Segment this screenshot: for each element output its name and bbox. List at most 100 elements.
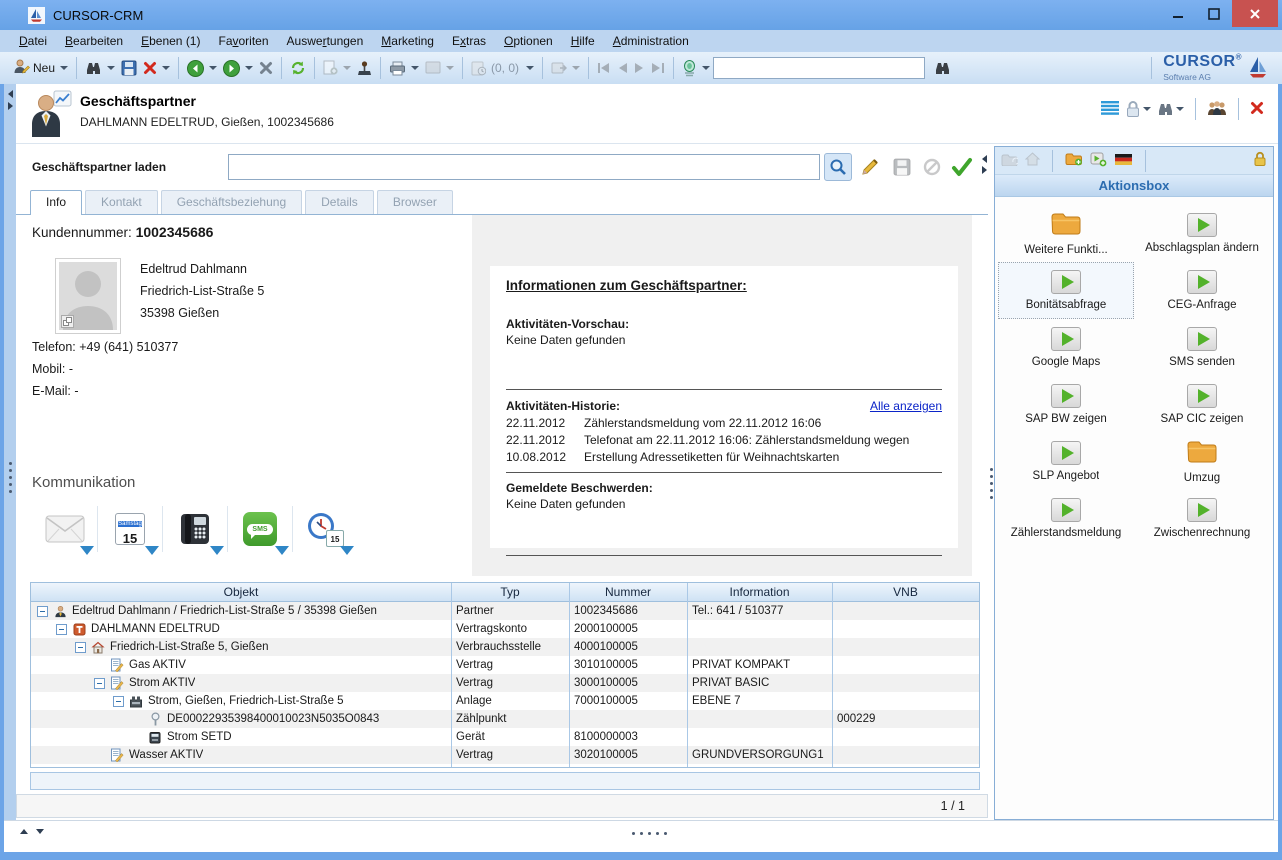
left-splitter-handle[interactable] (9, 462, 12, 493)
action-slp-angebot[interactable]: SLP Angebot (998, 433, 1134, 490)
new-action-button[interactable] (1090, 152, 1107, 170)
contact-photo[interactable] (55, 258, 121, 334)
action-umzug[interactable]: Umzug (1134, 433, 1270, 490)
task-dropdown-icon[interactable] (340, 546, 354, 555)
bottom-collapse-arrows[interactable] (20, 829, 44, 834)
action-z-hlerstandsmeldung[interactable]: Zählerstandsmeldung (998, 490, 1134, 547)
column-typ[interactable]: Typ (451, 583, 569, 601)
expander-icon[interactable] (56, 624, 67, 635)
menu-item-favoriten[interactable]: Favoriten (209, 32, 277, 50)
menu-item-datei[interactable]: Datei (10, 32, 56, 50)
counter-button[interactable]: (0, 0) (468, 55, 537, 81)
table-row[interactable]: Gas AKTIVVertrag3010100005PRIVAT KOMPAKT (31, 656, 979, 674)
loader-edit-button[interactable] (856, 153, 884, 181)
email-dropdown-icon[interactable] (80, 546, 94, 555)
action-bonit-tsabfrage[interactable]: Bonitätsabfrage (998, 262, 1134, 319)
menu-item-ebenen-[interactable]: Ebenen (1) (132, 32, 209, 50)
nav-prev-button[interactable] (614, 55, 631, 81)
table-row[interactable]: Wasser AKTIVVertrag3020100005GRUNDVERSOR… (31, 746, 979, 764)
export-button[interactable] (548, 55, 583, 81)
table-row[interactable]: Edeltrud Dahlmann / Friedrich-List-Straß… (31, 602, 979, 620)
table-row[interactable]: DAHLMANN EDELTRUDVertragskonto2000100005 (31, 620, 979, 638)
process-button[interactable] (354, 55, 375, 81)
action-zwischenrechnung[interactable]: Zwischenrechnung (1134, 490, 1270, 547)
history-row[interactable]: 10.08.2012Erstellung Adressetiketten für… (506, 449, 942, 466)
menu-item-administration[interactable]: Administration (604, 32, 698, 50)
loader-cancel-button[interactable] (918, 153, 946, 181)
new-folder-button[interactable] (1065, 152, 1083, 169)
find-button[interactable] (931, 55, 954, 81)
panel-lock-button[interactable] (1253, 151, 1267, 170)
save-button[interactable] (118, 55, 140, 81)
action-sms-senden[interactable]: SMS senden (1134, 319, 1270, 376)
action-abschlagsplan-ndern[interactable]: Abschlagsplan ändern (1134, 205, 1270, 262)
print-button[interactable] (386, 55, 422, 81)
table-row[interactable]: Strom, Gießen, Friedrich-List-Straße 5An… (31, 692, 979, 710)
column-information[interactable]: Information (687, 583, 832, 601)
menu-item-extras[interactable]: Extras (443, 32, 495, 50)
history-row[interactable]: 22.11.2012Zählerstandsmeldung vom 22.11.… (506, 415, 942, 432)
left-collapse-strip[interactable] (4, 84, 16, 820)
table-row[interactable]: Strom AKTIVVertrag3000100005PRIVAT BASIC (31, 674, 979, 692)
group-view-button[interactable] (1207, 100, 1227, 119)
menu-item-auswertungen[interactable]: Auswertungen (278, 32, 373, 50)
tab-details[interactable]: Details (305, 190, 374, 214)
home-button[interactable] (1025, 152, 1040, 169)
menu-item-hilfe[interactable]: Hilfe (562, 32, 604, 50)
new-button[interactable]: Neu (10, 55, 71, 81)
refresh-button[interactable] (287, 55, 309, 81)
calendar-dropdown-icon[interactable] (145, 546, 159, 555)
action-sap-cic-zeigen[interactable]: SAP CIC zeigen (1134, 376, 1270, 433)
quick-search-mode-button[interactable] (679, 55, 713, 81)
minimize-button[interactable] (1160, 0, 1196, 27)
action-ceg-anfrage[interactable]: CEG-Anfrage (1134, 262, 1270, 319)
loader-save-button[interactable] (888, 153, 916, 181)
loader-confirm-button[interactable] (948, 153, 976, 181)
loader-collapse-arrows[interactable] (982, 155, 987, 174)
menu-list-button[interactable] (1101, 101, 1119, 118)
search-binoculars-button[interactable] (82, 55, 118, 81)
new-record-button[interactable] (320, 55, 354, 81)
preview-button[interactable] (422, 55, 457, 81)
sms-dropdown-icon[interactable] (275, 546, 289, 555)
sms-button[interactable]: SMS (228, 502, 292, 556)
header-search-button[interactable] (1157, 102, 1184, 117)
column-nummer[interactable]: Nummer (569, 583, 687, 601)
tab-geschäftsbeziehung[interactable]: Geschäftsbeziehung (161, 190, 302, 214)
lock-button[interactable] (1125, 100, 1151, 118)
expander-icon[interactable] (75, 642, 86, 653)
column-objekt[interactable]: Objekt (31, 583, 451, 601)
delete-button[interactable] (140, 55, 173, 81)
language-flag-icon[interactable] (1114, 153, 1133, 169)
menu-item-optionen[interactable]: Optionen (495, 32, 562, 50)
table-row[interactable]: Strom SETDGerät8100000003 (31, 728, 979, 746)
tab-kontakt[interactable]: Kontakt (85, 190, 158, 214)
folder-up-button[interactable] (1001, 153, 1018, 169)
action-weitere-funkti[interactable]: Weitere Funkti... (998, 205, 1134, 262)
menu-item-marketing[interactable]: Marketing (372, 32, 443, 50)
action-google-maps[interactable]: Google Maps (998, 319, 1134, 376)
back-button[interactable] (184, 55, 220, 81)
table-row[interactable]: DE00022935398400010023N5035O0843Zählpunk… (31, 710, 979, 728)
strip-collapse-arrows[interactable] (8, 90, 13, 110)
maximize-button[interactable] (1196, 0, 1232, 27)
close-record-button[interactable] (1250, 101, 1264, 118)
email-button[interactable] (33, 502, 97, 556)
expander-icon[interactable] (113, 696, 124, 707)
show-all-link[interactable]: Alle anzeigen (870, 399, 942, 413)
close-button[interactable] (1232, 0, 1278, 27)
phone-dropdown-icon[interactable] (210, 546, 224, 555)
expander-icon[interactable] (37, 606, 48, 617)
loader-input[interactable] (228, 154, 820, 180)
tab-info[interactable]: Info (30, 190, 82, 215)
menu-item-bearbeiten[interactable]: Bearbeiten (56, 32, 132, 50)
nav-first-button[interactable] (594, 55, 614, 81)
loader-search-button[interactable] (824, 153, 852, 181)
phone-button[interactable] (163, 502, 227, 556)
table-hscrollbar[interactable] (30, 772, 980, 790)
quick-search-input[interactable] (713, 57, 925, 79)
photo-change-icon[interactable] (61, 315, 74, 328)
table-row[interactable]: Friedrich-List-Straße 5, GießenVerbrauch… (31, 638, 979, 656)
bottom-splitter-handle[interactable] (632, 832, 667, 835)
tab-browser[interactable]: Browser (377, 190, 453, 214)
